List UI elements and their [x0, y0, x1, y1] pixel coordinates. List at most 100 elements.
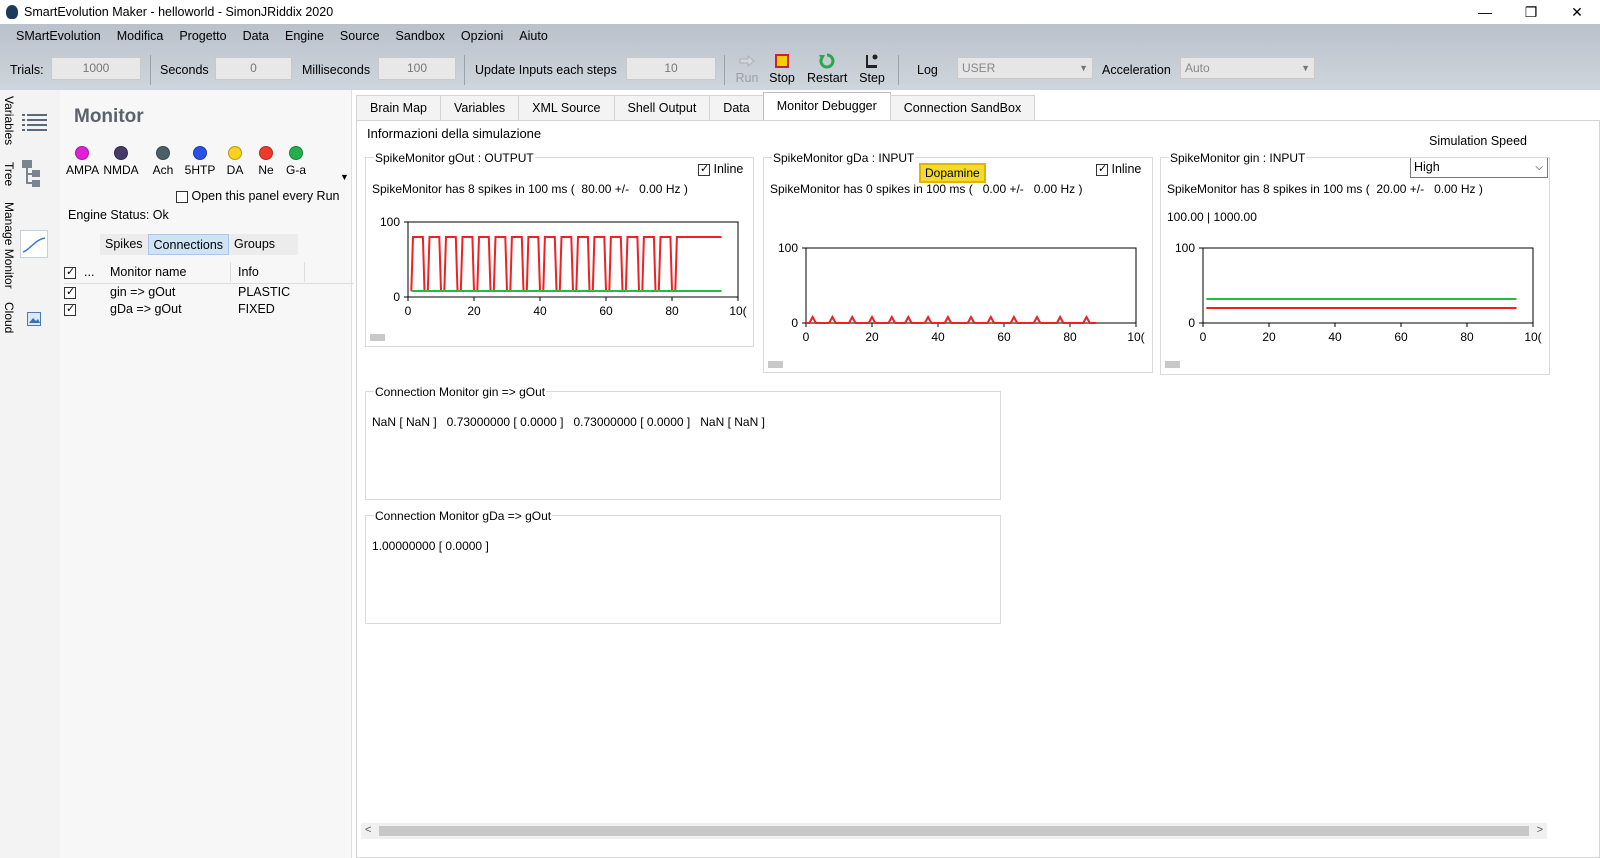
menu-aiuto[interactable]: Aiuto [519, 29, 548, 43]
nt-label: AMPA [66, 163, 100, 177]
spike-monitor-title: SpikeMonitor gOut : OUTPUT [374, 151, 535, 165]
scrollbar-thumb[interactable] [379, 826, 1529, 836]
stop-button[interactable]: Stop [762, 53, 802, 89]
open-every-run-checkbox[interactable]: Open this panel every Run [176, 189, 340, 203]
row-info: FIXED [238, 302, 275, 316]
chart-scroll-thumb[interactable] [768, 361, 783, 368]
checkbox-icon [176, 190, 188, 203]
dot-icon [75, 146, 89, 160]
plot-frame [805, 247, 1137, 324]
nt-label: DA [226, 163, 244, 177]
nt-ne[interactable]: Ne [252, 146, 280, 177]
nt-5htp[interactable]: 5HTP [182, 146, 218, 177]
engine-status: Engine Status: Ok [68, 208, 169, 222]
update-inputs-label: Update Inputs each steps [475, 63, 617, 77]
main-area: Brain Map Variables XML Source Shell Out… [356, 90, 1600, 858]
menu-data[interactable]: Data [243, 29, 269, 43]
menu-bar: SMartEvolution Modifica Progetto Data En… [0, 24, 1600, 48]
vtab-variables[interactable]: Variables [2, 96, 16, 145]
plot-frame [1202, 247, 1534, 324]
vtab-tree[interactable]: Tree [2, 162, 16, 186]
select-all-checkbox[interactable] [64, 265, 76, 279]
subtab-connections[interactable]: Connections [147, 234, 230, 255]
x-tick-label: 40 [1328, 330, 1342, 344]
tab-connection-sandbox[interactable]: Connection SandBox [889, 95, 1036, 120]
row-checkbox[interactable] [64, 302, 76, 316]
close-icon[interactable]: ✕ [1554, 0, 1600, 24]
step-button[interactable]: Step [852, 53, 892, 89]
seconds-input[interactable]: 0 [215, 57, 292, 80]
tab-shell-output[interactable]: Shell Output [613, 95, 711, 120]
neurotransmitter-legend: AMPA NMDA Ach 5HTP DA Ne G-a [66, 146, 312, 177]
row-monitor-name: gDa => gOut [110, 302, 182, 316]
nt-g-a[interactable]: G-a [280, 146, 312, 177]
menu-smartevolution[interactable]: SMartEvolution [16, 29, 101, 43]
column-divider [304, 262, 305, 282]
table-dots: ... [84, 265, 95, 279]
chart-scroll-thumb[interactable] [1165, 361, 1180, 368]
chevron-down-icon: ▼ [1301, 63, 1310, 73]
log-select-value: USER [962, 61, 996, 75]
connection-monitor-title: Connection Monitor gin => gOut [374, 385, 547, 399]
acceleration-label: Acceleration [1102, 63, 1171, 77]
menu-engine[interactable]: Engine [285, 29, 324, 43]
tree-icon [22, 160, 40, 187]
x-tick-label: 60 [997, 330, 1011, 344]
row-checkbox[interactable] [64, 285, 76, 299]
milliseconds-input[interactable]: 100 [378, 57, 456, 80]
minimize-icon[interactable]: — [1462, 0, 1508, 24]
nt-da[interactable]: DA [218, 146, 252, 177]
dot-icon [193, 146, 207, 160]
col-monitor-name[interactable]: Monitor name [110, 265, 186, 279]
nt-ampa[interactable]: AMPA [66, 146, 100, 177]
vtab-manage-monitor[interactable]: Manage Monitor [2, 202, 16, 289]
acceleration-select[interactable]: Auto ▼ [1180, 57, 1315, 79]
tab-xml-source[interactable]: XML Source [518, 95, 615, 120]
menu-modifica[interactable]: Modifica [117, 29, 164, 43]
table-row[interactable]: gin => gOut PLASTIC [64, 284, 354, 301]
menu-opzioni[interactable]: Opzioni [461, 29, 503, 43]
tab-monitor-debugger[interactable]: Monitor Debugger [762, 92, 891, 121]
menu-progetto[interactable]: Progetto [179, 29, 226, 43]
tab-brain-map[interactable]: Brain Map [356, 95, 441, 120]
stop-icon [775, 54, 789, 68]
scroll-down-icon[interactable]: ▼ [340, 172, 349, 182]
connection-monitor-gda-gout: Connection Monitor gDa => gOut 1.0000000… [365, 509, 1001, 624]
inline-label: Inline [713, 162, 744, 176]
chart-scroll-thumb[interactable] [370, 334, 385, 341]
col-info[interactable]: Info [238, 265, 259, 279]
tab-data[interactable]: Data [709, 95, 764, 120]
tab-variables[interactable]: Variables [439, 95, 520, 120]
spike-monitor-gda: SpikeMonitor gDa : INPUT Dopamine Inline… [763, 151, 1153, 373]
trials-label: Trials: [10, 63, 44, 77]
restart-button[interactable]: Restart [807, 53, 847, 89]
spike-stats: SpikeMonitor has 8 spikes in 100 ms ( 20… [1167, 182, 1483, 196]
monitor-chart-icon [20, 230, 48, 258]
subtab-spikes[interactable]: Spikes [100, 234, 148, 255]
x-tick-label: 60 [599, 304, 613, 318]
restore-icon[interactable]: ❐ [1508, 0, 1554, 24]
horizontal-scrollbar[interactable]: < > [361, 823, 1547, 839]
log-select[interactable]: USER ▼ [957, 57, 1093, 79]
menu-sandbox[interactable]: Sandbox [396, 29, 445, 43]
spike-chart-gout: 0 20 40 60 80 10(0 100 [380, 215, 747, 318]
table-row[interactable]: gDa => gOut FIXED [64, 301, 354, 318]
subtab-groups[interactable]: Groups [229, 234, 280, 255]
inline-checkbox[interactable]: Inline [1096, 162, 1141, 176]
row-info: PLASTIC [238, 285, 291, 299]
menu-source[interactable]: Source [340, 29, 380, 43]
y-tick-label: 0 [393, 290, 400, 304]
inline-checkbox[interactable]: Inline [698, 162, 743, 176]
spike-monitor-title: SpikeMonitor gin : INPUT [1169, 151, 1307, 165]
dot-icon [156, 146, 170, 160]
trials-input[interactable]: 1000 [51, 57, 141, 80]
connection-monitor-gin-gout: Connection Monitor gin => gOut NaN [ NaN… [365, 385, 1001, 500]
nt-ach[interactable]: Ach [144, 146, 182, 177]
nt-nmda[interactable]: NMDA [98, 146, 144, 177]
scroll-right-icon[interactable]: > [1537, 824, 1543, 836]
scroll-left-icon[interactable]: < [365, 824, 371, 836]
update-inputs-input[interactable]: 10 [626, 57, 716, 80]
run-button[interactable]: Run [727, 53, 767, 89]
vtab-cloud[interactable]: Cloud [2, 302, 16, 333]
run-arrow-icon [739, 55, 755, 67]
